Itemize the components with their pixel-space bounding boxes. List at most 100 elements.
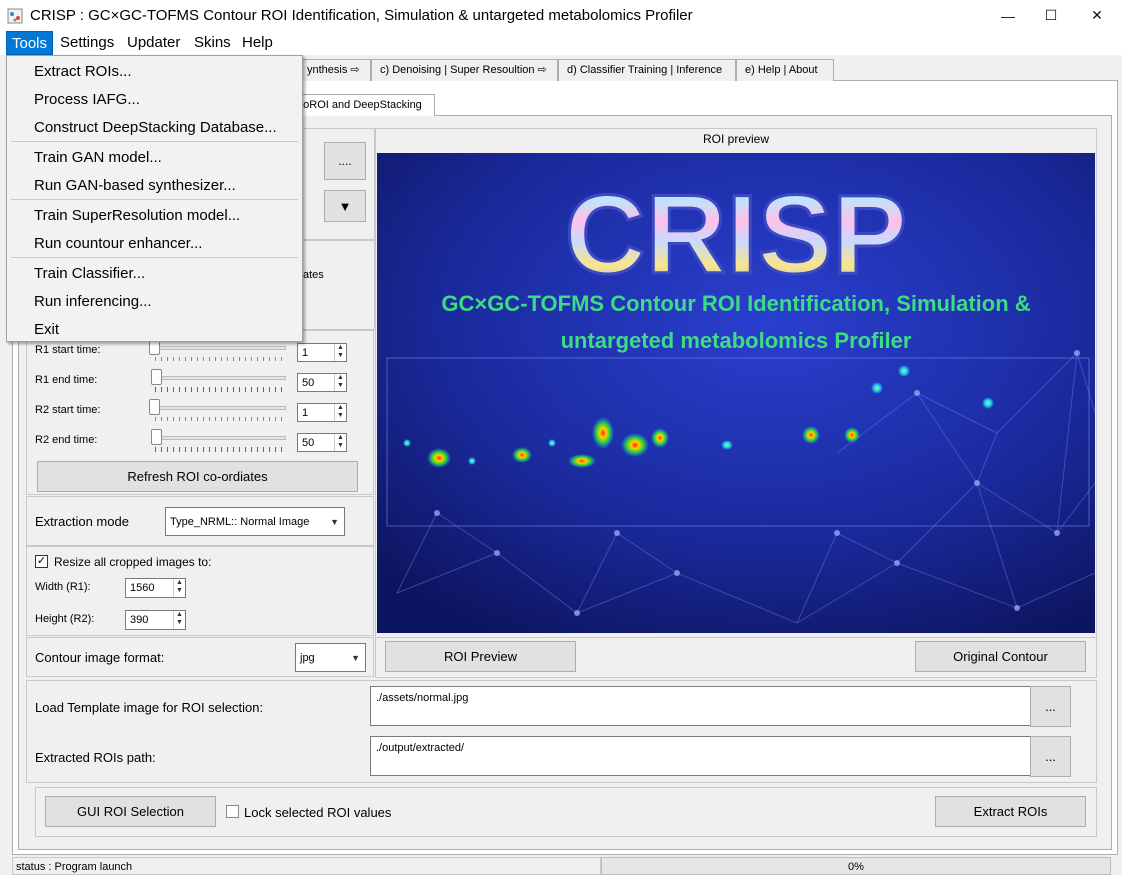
tab-classifier[interactable]: d) Classifier Training | Inference — [558, 59, 736, 81]
r1-end-ticks — [155, 387, 285, 392]
tab-denoising[interactable]: c) Denoising | Super Resoultion ⇨ — [371, 59, 558, 81]
menu-item-train-gan[interactable]: Train GAN model... — [34, 149, 162, 166]
menu-item-train-superresolution[interactable]: Train SuperResolution model... — [34, 207, 240, 224]
spin-arrows-icon[interactable]: ▲ ▼ — [334, 374, 346, 391]
width-value: 1560 — [130, 582, 155, 594]
lock-roi-checkbox[interactable] — [226, 805, 239, 818]
tab-help-about[interactable]: e) Help | About — [736, 59, 834, 81]
template-image-value: ./assets/normal.jpg — [376, 692, 469, 704]
coordinates-option-label: ates — [303, 269, 324, 281]
r2-end-slider[interactable] — [153, 436, 286, 440]
r1-start-label: R1 start time: — [35, 344, 101, 356]
menu-separator — [11, 141, 298, 142]
contour-format-select[interactable]: jpg ▼ — [295, 643, 366, 672]
r1-end-slider-handle[interactable] — [151, 369, 162, 385]
menu-item-run-inferencing[interactable]: Run inferencing... — [34, 293, 152, 310]
crisp-logo-text: CRISP — [565, 172, 907, 297]
menu-updater[interactable]: Updater — [122, 31, 185, 55]
r2-start-slider-handle[interactable] — [149, 399, 160, 415]
r1-start-value: 1 — [302, 347, 309, 359]
r1-start-ticks — [155, 357, 285, 361]
status-text: status : Program launch — [16, 861, 133, 873]
refresh-roi-button[interactable]: Refresh ROI co-ordiates — [37, 461, 358, 492]
extracted-path-value: ./output/extracted/ — [376, 742, 465, 754]
template-image-field[interactable]: ./assets/normal.jpg — [370, 686, 1031, 726]
maximize-button[interactable]: ☐ — [1028, 0, 1074, 31]
chevron-down-icon: ▼ — [351, 652, 360, 663]
contour-format-label: Contour image format: — [35, 650, 165, 665]
extracted-path-field[interactable]: ./output/extracted/ — [370, 736, 1031, 776]
roi-preview-title: ROI preview — [702, 132, 770, 146]
template-browse-button[interactable]: ... — [1030, 686, 1071, 727]
tab-autoroi-deepstacking[interactable]: utoROI and DeepStacking — [285, 94, 435, 116]
resize-checkbox[interactable]: ✓ — [35, 555, 48, 568]
menu-item-extract-rois[interactable]: Extract ROIs... — [34, 63, 132, 80]
extracted-path-label: Extracted ROIs path: — [35, 750, 156, 765]
tagline-line-1: GC×GC-TOFMS Contour ROI Identification, … — [441, 291, 1030, 316]
extraction-mode-select[interactable]: Type_NRML:: Normal Image ▼ — [165, 507, 345, 536]
minimize-button[interactable]: — — [985, 0, 1031, 31]
lock-roi-label: Lock selected ROI values — [244, 805, 392, 820]
tab-synthesis[interactable]: ynthesis ⇨ — [298, 59, 371, 81]
spin-arrows-icon[interactable]: ▲ ▼ — [173, 579, 185, 597]
menu-item-train-classifier[interactable]: Train Classifier... — [34, 265, 145, 282]
r2-start-slider[interactable] — [153, 406, 286, 410]
extract-rois-button[interactable]: Extract ROIs — [935, 796, 1086, 827]
tools-dropdown-menu: Extract ROIs... Process IAFG... Construc… — [6, 55, 303, 342]
close-button[interactable]: ✕ — [1074, 0, 1120, 31]
gui-roi-selection-button[interactable]: GUI ROI Selection — [45, 796, 216, 827]
combo-dropdown-button[interactable]: ▼ — [324, 190, 366, 222]
r2-end-label: R2 end time: — [35, 434, 98, 446]
extracted-browse-button[interactable]: ... — [1030, 736, 1071, 777]
menu-item-run-gan[interactable]: Run GAN-based synthesizer... — [34, 177, 236, 194]
height-label: Height (R2): — [35, 613, 95, 625]
original-contour-button[interactable]: Original Contour — [915, 641, 1086, 672]
menu-settings[interactable]: Settings — [55, 31, 119, 55]
r2-end-spinbox[interactable]: 50 ▲ ▼ — [297, 433, 347, 452]
r2-start-ticks — [155, 417, 285, 421]
r1-end-value: 50 — [302, 377, 315, 389]
r2-end-value: 50 — [302, 437, 315, 449]
menu-item-exit[interactable]: Exit — [34, 321, 59, 338]
r2-start-label: R2 start time: — [35, 404, 101, 416]
r1-end-spinbox[interactable]: 50 ▲ ▼ — [297, 373, 347, 392]
r1-start-slider[interactable] — [153, 346, 286, 350]
width-spinbox[interactable]: 1560 ▲ ▼ — [125, 578, 186, 598]
roi-preview-image: CRISP GC×GC-TOFMS Contour ROI Identifica… — [377, 153, 1095, 633]
roi-preview-button[interactable]: ROI Preview — [385, 641, 576, 672]
contour-format-value: jpg — [300, 651, 315, 664]
menu-separator — [11, 257, 298, 258]
r2-start-spinbox[interactable]: 1 ▲ ▼ — [297, 403, 347, 422]
height-spinbox[interactable]: 390 ▲ ▼ — [125, 610, 186, 630]
progress-value: 0% — [848, 861, 864, 873]
spin-arrows-icon[interactable]: ▲ ▼ — [334, 404, 346, 421]
window-title: CRISP : GC×GC-TOFMS Contour ROI Identifi… — [30, 7, 693, 24]
app-icon — [7, 8, 23, 24]
resize-label: Resize all cropped images to: — [54, 555, 212, 569]
status-text-box: status : Program launch — [12, 857, 601, 875]
r1-end-slider[interactable] — [153, 376, 286, 380]
menu-item-run-enhancer[interactable]: Run countour enhancer... — [34, 235, 202, 252]
r2-end-slider-handle[interactable] — [151, 429, 162, 445]
progress-bar: 0% — [601, 857, 1111, 875]
r2-start-value: 1 — [302, 407, 309, 419]
extraction-mode-label: Extraction mode — [35, 514, 129, 529]
menu-item-process-iafg[interactable]: Process IAFG... — [34, 91, 140, 108]
r1-end-label: R1 end time: — [35, 374, 98, 386]
spin-arrows-icon[interactable]: ▲ ▼ — [334, 434, 346, 451]
spin-arrows-icon[interactable]: ▲ ▼ — [334, 344, 346, 361]
template-image-label: Load Template image for ROI selection: — [35, 700, 264, 715]
r1-start-spinbox[interactable]: 1 ▲ ▼ — [297, 343, 347, 362]
menu-separator — [11, 199, 298, 200]
width-label: Width (R1): — [35, 581, 91, 593]
menu-tools[interactable]: Tools — [6, 31, 54, 55]
menu-skins[interactable]: Skins — [189, 31, 236, 55]
menu-item-construct-db[interactable]: Construct DeepStacking Database... — [34, 119, 277, 136]
spin-arrows-icon[interactable]: ▲ ▼ — [173, 611, 185, 629]
browse-button[interactable]: .... — [324, 142, 366, 180]
height-value: 390 — [130, 614, 149, 626]
status-bar: status : Program launch 0% — [12, 857, 1122, 875]
chevron-down-icon: ▼ — [330, 516, 339, 527]
menu-help[interactable]: Help — [237, 31, 278, 55]
extraction-mode-value: Type_NRML:: Normal Image — [170, 515, 310, 528]
